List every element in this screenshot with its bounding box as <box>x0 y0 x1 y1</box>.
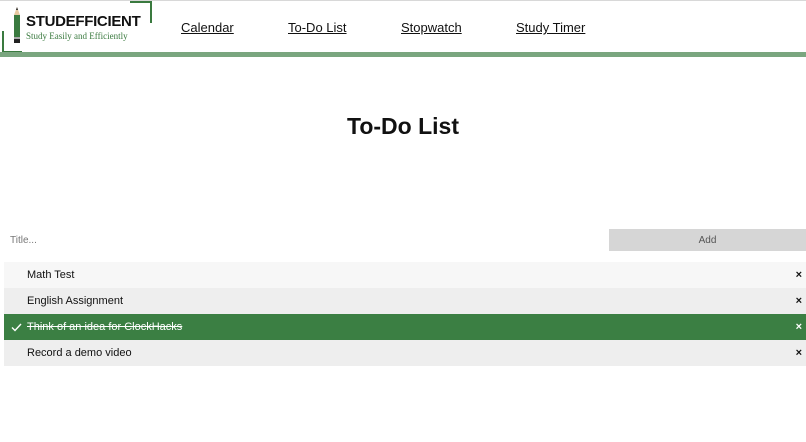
nav-link-stopwatch[interactable]: Stopwatch <box>401 20 462 35</box>
brand-name: STUDEFFICIENT <box>26 13 141 30</box>
todo-item-text: Think of an idea for ClockHacks <box>27 321 183 333</box>
close-icon[interactable]: × <box>796 288 802 314</box>
todo-item[interactable]: Record a demo video × <box>4 340 806 366</box>
close-icon[interactable]: × <box>796 262 802 288</box>
site-header: STUDEFFICIENT Study Easily and Efficient… <box>0 0 806 53</box>
nav-link-todo-list[interactable]: To-Do List <box>288 20 347 35</box>
todo-item[interactable]: English Assignment × <box>4 288 806 314</box>
todo-title-input[interactable] <box>0 229 608 251</box>
todo-item-text: English Assignment <box>27 295 123 307</box>
nav-link-study-timer[interactable]: Study Timer <box>516 20 585 35</box>
logo[interactable]: STUDEFFICIENT Study Easily and Efficient… <box>0 1 152 53</box>
pencil-icon <box>14 7 20 43</box>
page-title: To-Do List <box>347 113 459 139</box>
add-button[interactable]: Add <box>609 229 806 251</box>
todo-item-text: Math Test <box>27 269 75 281</box>
todo-item[interactable]: Math Test × <box>4 262 806 288</box>
close-icon[interactable]: × <box>796 340 802 366</box>
nav-link-calendar[interactable]: Calendar <box>181 20 234 35</box>
brand-tagline: Study Easily and Efficiently <box>26 31 128 41</box>
todo-item-checked[interactable]: Think of an idea for ClockHacks × <box>4 314 806 340</box>
todo-list: Math Test × English Assignment × Think o… <box>4 262 806 366</box>
todo-item-text: Record a demo video <box>27 347 132 359</box>
check-icon <box>11 314 23 340</box>
close-icon[interactable]: × <box>796 314 802 340</box>
header-divider <box>0 52 806 57</box>
